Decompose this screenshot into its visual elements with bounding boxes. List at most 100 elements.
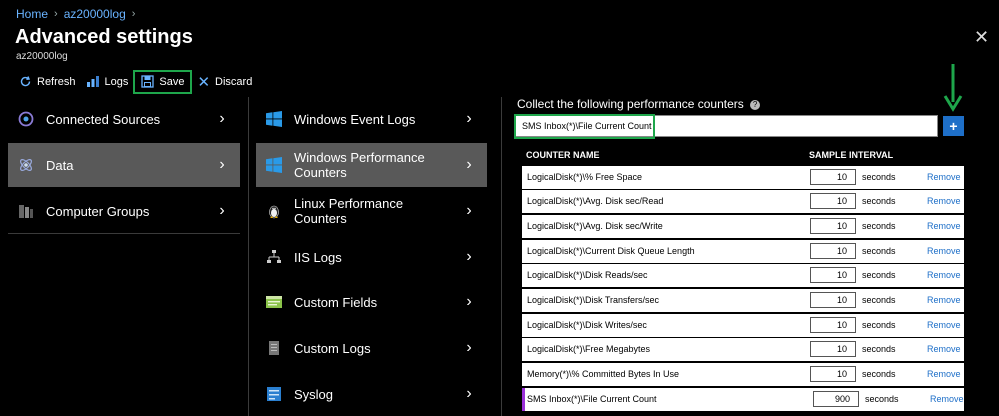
sample-interval-input[interactable]: 10: [810, 292, 856, 308]
windows-icon: [264, 109, 284, 129]
counter-name: LogicalDisk(*)\Disk Writes/sec: [527, 320, 647, 330]
sample-interval-input[interactable]: 900: [813, 391, 859, 407]
page-subtitle: az20000log: [16, 51, 68, 62]
sample-interval-input[interactable]: 10: [810, 243, 856, 259]
plug-icon: [16, 109, 36, 129]
seconds-label: seconds: [862, 172, 896, 182]
chevron-right-icon: ›: [466, 385, 472, 402]
seconds-label: seconds: [862, 246, 896, 256]
discard-label: Discard: [215, 76, 253, 88]
chevron-right-icon: ›: [466, 339, 472, 356]
sidebar-item-connected-sources[interactable]: Connected Sources ›: [8, 97, 240, 141]
counter-row: LogicalDisk(*)\Free Megabytes 10 seconds…: [522, 338, 964, 361]
column-header-counter-name: COUNTER NAME: [526, 150, 600, 160]
chevron-right-icon: ›: [54, 8, 58, 20]
remove-link[interactable]: Remove: [927, 172, 961, 182]
counter-row: LogicalDisk(*)\Disk Reads/sec 10 seconds…: [522, 264, 964, 287]
column-divider: [248, 97, 249, 416]
counter-row: LogicalDisk(*)\Disk Writes/sec 10 second…: [522, 314, 964, 337]
collect-counters-label: Collect the following performance counte…: [517, 97, 761, 111]
chevron-right-icon: ›: [219, 110, 225, 127]
datasource-item-syslog[interactable]: Syslog ›: [256, 372, 487, 416]
counter-name: Memory(*)\% Committed Bytes In Use: [527, 369, 680, 379]
chevron-right-icon: ›: [466, 156, 472, 173]
chevron-right-icon: ›: [219, 156, 225, 173]
counter-row-new: SMS Inbox(*)\File Current Count 900 seco…: [522, 388, 964, 411]
breadcrumb-workspace[interactable]: az20000log: [64, 7, 126, 21]
discard-icon: ✕: [197, 73, 211, 91]
server-group-icon: [16, 201, 36, 221]
remove-link[interactable]: Remove: [927, 369, 961, 379]
remove-link[interactable]: Remove: [927, 320, 961, 330]
seconds-label: seconds: [865, 394, 899, 404]
fields-icon: [264, 292, 284, 312]
chevron-right-icon: ›: [466, 248, 472, 265]
seconds-label: seconds: [862, 270, 896, 280]
refresh-label: Refresh: [37, 76, 76, 88]
data-icon: [16, 155, 36, 175]
seconds-label: seconds: [862, 196, 896, 206]
chevron-right-icon: ›: [466, 293, 472, 310]
page-title: Advanced settings: [15, 26, 193, 48]
chevron-right-icon: ›: [466, 202, 472, 219]
datasource-item-windows-event-logs[interactable]: Windows Event Logs ›: [256, 97, 487, 141]
add-counter-button[interactable]: +: [943, 116, 964, 136]
logs-icon: [86, 75, 100, 90]
remove-link[interactable]: Remove: [927, 246, 961, 256]
counter-name: LogicalDisk(*)\Disk Transfers/sec: [527, 295, 660, 305]
log-icon: [264, 338, 284, 358]
syslog-icon: [264, 384, 284, 404]
counter-name: LogicalDisk(*)\Free Megabytes: [527, 344, 651, 354]
data-source-list: Windows Event Logs › Windows Performance…: [256, 97, 487, 416]
counter-row: LogicalDisk(*)\Avg. Disk sec/Read 10 sec…: [522, 190, 964, 213]
breadcrumb-home[interactable]: Home: [16, 7, 48, 21]
counter-name-input-wrapper: [515, 115, 938, 137]
chevron-right-icon: ›: [219, 202, 225, 219]
datasource-item-custom-logs[interactable]: Custom Logs ›: [256, 326, 487, 370]
datasource-item-custom-fields[interactable]: Custom Fields ›: [256, 280, 487, 324]
save-button[interactable]: Save: [133, 70, 193, 94]
settings-sidebar: Connected Sources › Data › Computer Grou…: [8, 97, 240, 416]
datasource-item-windows-performance-counters[interactable]: Windows Performance Counters ›: [256, 143, 487, 187]
counter-name-input[interactable]: [516, 116, 937, 136]
sample-interval-input[interactable]: 10: [810, 267, 856, 283]
counter-row: LogicalDisk(*)\Avg. Disk sec/Write 10 se…: [522, 215, 964, 238]
counter-name: LogicalDisk(*)\Avg. Disk sec/Read: [527, 196, 664, 206]
sample-interval-input[interactable]: 10: [810, 169, 856, 185]
info-icon[interactable]: ?: [750, 99, 761, 110]
refresh-button[interactable]: Refresh: [14, 72, 81, 92]
chevron-right-icon: ›: [466, 110, 472, 127]
sample-interval-input[interactable]: 10: [810, 218, 856, 234]
logs-button[interactable]: Logs: [81, 72, 134, 92]
column-divider: [501, 97, 502, 416]
seconds-label: seconds: [862, 221, 896, 231]
counter-name: LogicalDisk(*)\Avg. Disk sec/Write: [527, 221, 663, 231]
sidebar-item-data[interactable]: Data ›: [8, 143, 240, 187]
seconds-label: seconds: [862, 344, 896, 354]
sample-interval-input[interactable]: 10: [810, 193, 856, 209]
counter-row: LogicalDisk(*)\Disk Transfers/sec 10 sec…: [522, 289, 964, 312]
breadcrumb: Home › az20000log ›: [16, 7, 135, 21]
close-icon[interactable]: ✕: [974, 27, 989, 48]
linux-icon: [264, 201, 284, 221]
seconds-label: seconds: [862, 320, 896, 330]
counter-row: LogicalDisk(*)\Current Disk Queue Length…: [522, 240, 964, 263]
refresh-icon: [19, 75, 32, 90]
datasource-item-linux-performance-counters[interactable]: Linux Performance Counters ›: [256, 189, 487, 233]
counter-row: Memory(*)\% Committed Bytes In Use 10 se…: [522, 363, 964, 386]
sidebar-item-computer-groups[interactable]: Computer Groups ›: [8, 189, 240, 233]
seconds-label: seconds: [862, 295, 896, 305]
sample-interval-input[interactable]: 10: [810, 341, 856, 357]
discard-button[interactable]: ✕ Discard: [192, 72, 257, 92]
sample-interval-input[interactable]: 10: [810, 317, 856, 333]
remove-link[interactable]: Remove: [927, 221, 961, 231]
sample-interval-input[interactable]: 10: [810, 366, 856, 382]
counter-name: LogicalDisk(*)\% Free Space: [527, 172, 643, 182]
remove-link[interactable]: Remove: [927, 196, 961, 206]
remove-link[interactable]: Remove: [930, 394, 964, 404]
counter-name: LogicalDisk(*)\Disk Reads/sec: [527, 270, 648, 280]
remove-link[interactable]: Remove: [927, 344, 961, 354]
datasource-item-iis-logs[interactable]: IIS Logs ›: [256, 235, 487, 279]
remove-link[interactable]: Remove: [927, 295, 961, 305]
remove-link[interactable]: Remove: [927, 270, 961, 280]
